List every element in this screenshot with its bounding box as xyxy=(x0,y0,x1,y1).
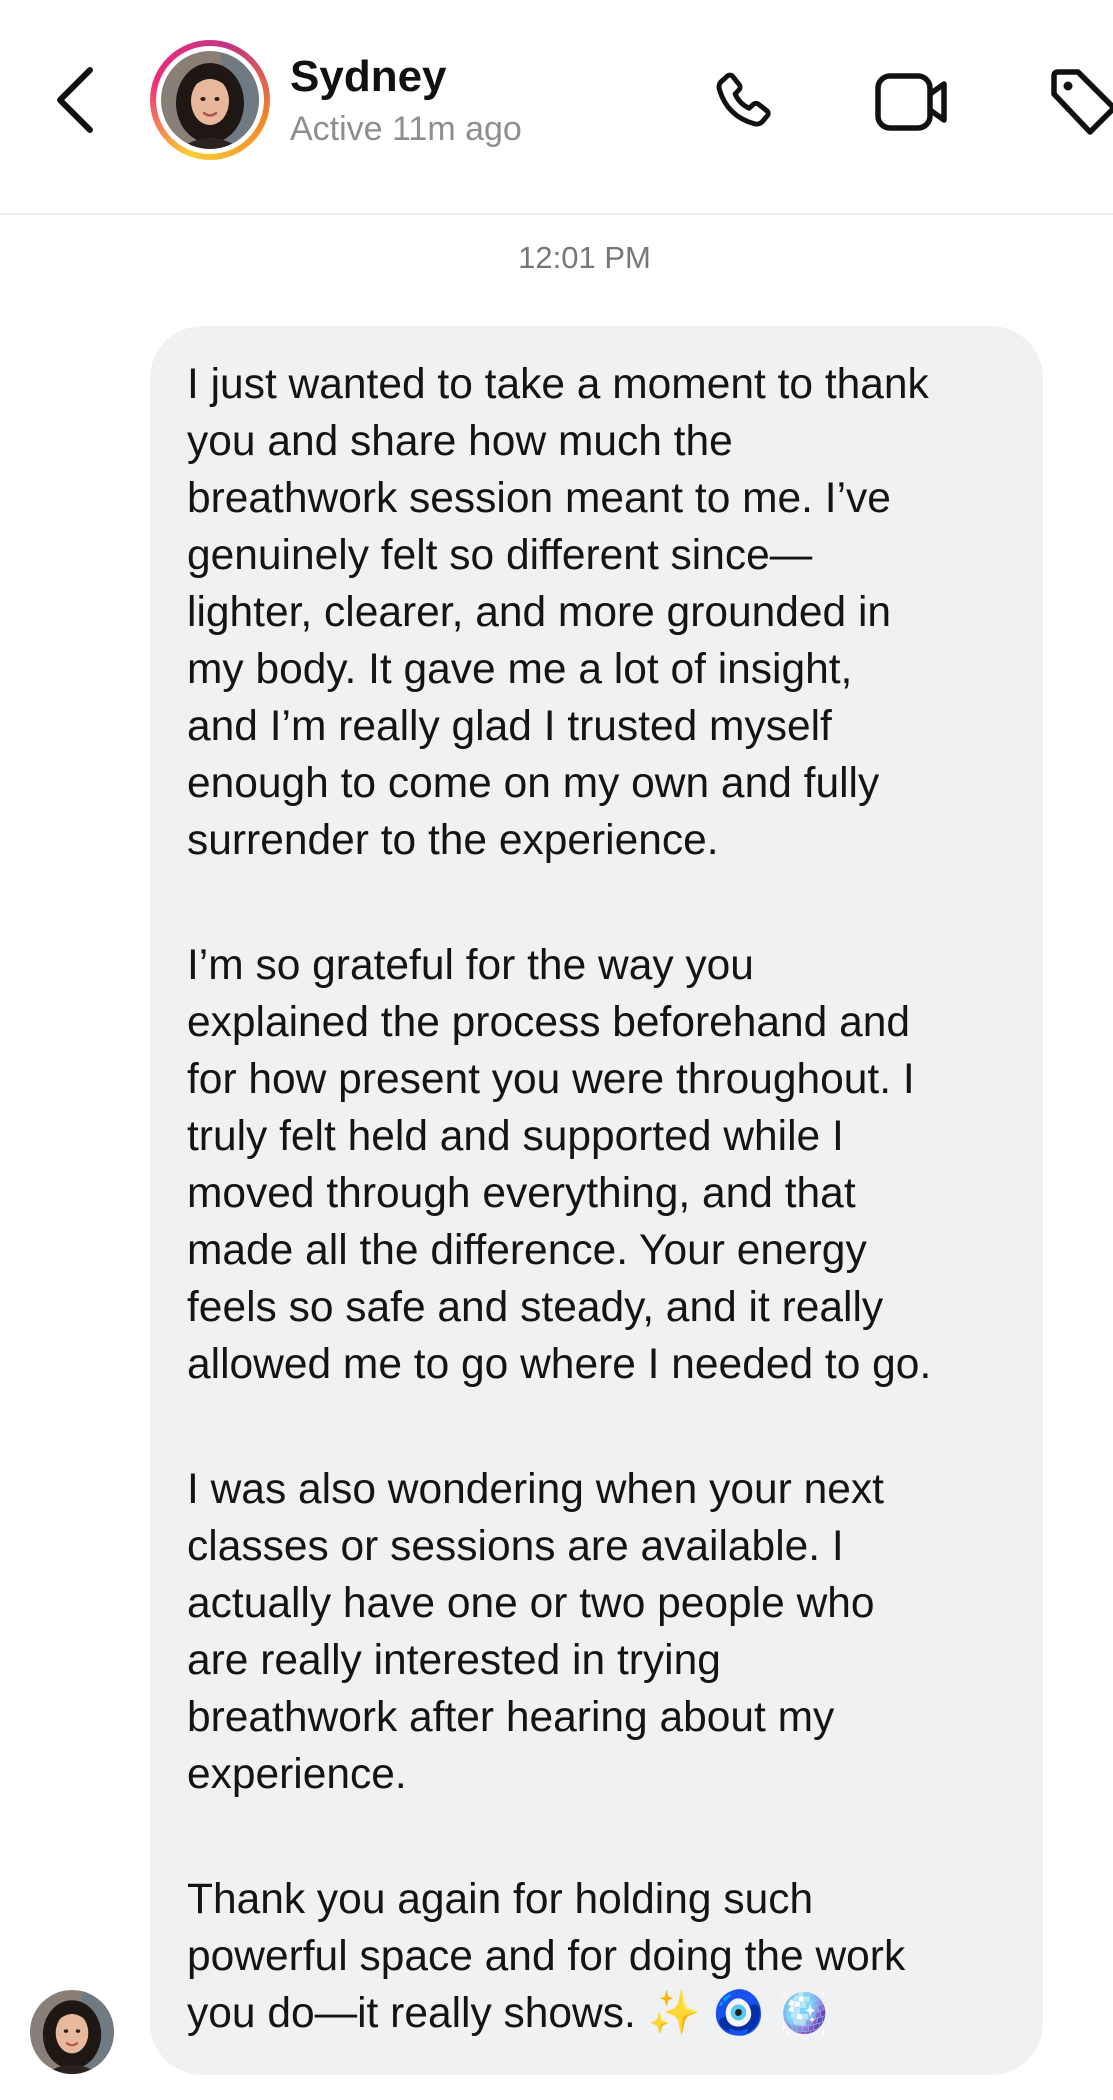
thread-header: Sydney Active 11m ago xyxy=(0,0,1113,215)
contact-avatar-story-ring[interactable] xyxy=(150,40,270,160)
message-paragraph: I was also wondering when your next clas… xyxy=(187,1466,884,1798)
back-icon xyxy=(57,67,93,133)
audio-call-button[interactable] xyxy=(708,68,778,138)
message-paragraph: Thank you again for holding such powerfu… xyxy=(187,1876,906,2037)
tag-icon xyxy=(1051,69,1113,135)
sender-avatar[interactable] xyxy=(30,1990,114,2074)
video-camera-icon xyxy=(875,73,947,131)
contact-avatar xyxy=(161,51,259,149)
message-paragraph: I’m so grateful for the way you explaine… xyxy=(187,942,932,1388)
back-button[interactable] xyxy=(52,64,104,136)
contact-active-status: Active 11m ago xyxy=(290,110,522,148)
video-call-button[interactable] xyxy=(874,70,950,134)
label-tag-button[interactable] xyxy=(1050,66,1113,138)
contact-name[interactable]: Sydney xyxy=(290,52,447,102)
phone-icon xyxy=(716,72,771,127)
dm-thread-screen: Sydney Active 11m ago 12:01 PM I just wa… xyxy=(0,0,1113,2100)
message-bubble[interactable]: I just wanted to take a moment to thank … xyxy=(150,326,1043,2075)
message-paragraph: I just wanted to take a moment to thank … xyxy=(187,361,929,864)
message-timestamp: 12:01 PM xyxy=(518,240,651,275)
